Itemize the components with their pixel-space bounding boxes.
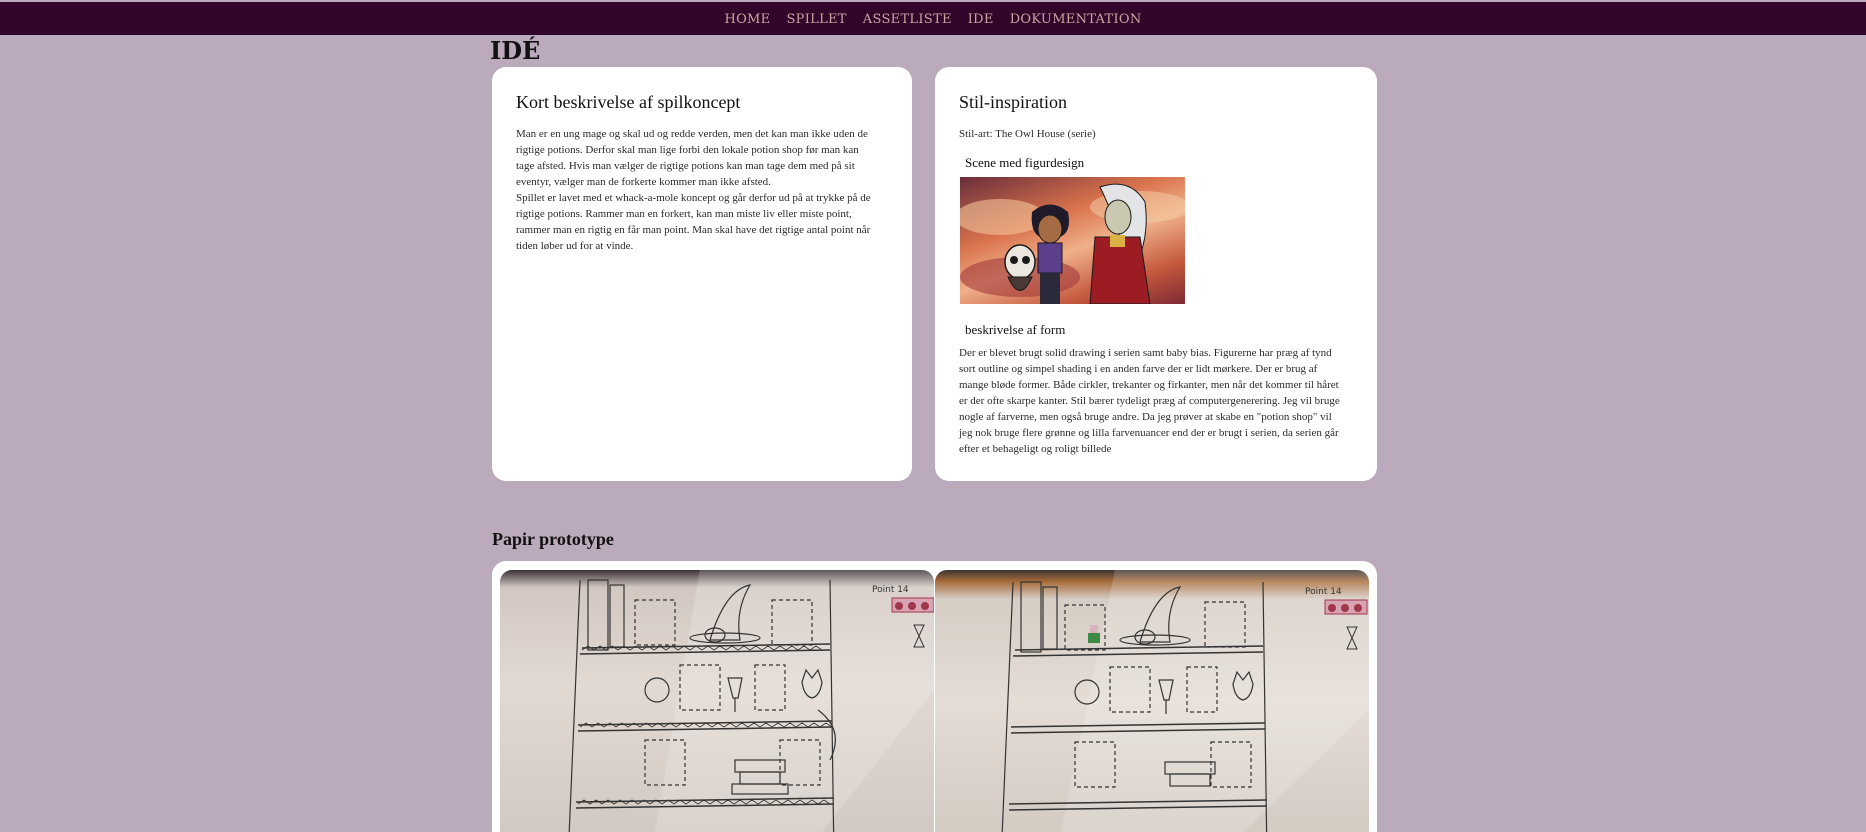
nav-home-link[interactable]: HOME bbox=[724, 12, 770, 27]
concept-line: rigtige potions. Derfor skal man lige fo… bbox=[516, 144, 859, 156]
paper-prototype-photo: Point 14 bbox=[935, 570, 1369, 832]
form-line: er der ofte skarpe kanter. Stil bærer ty… bbox=[959, 395, 1340, 407]
concept-heading: Kort beskrivelse af spilkoncept bbox=[516, 92, 741, 112]
scene-heading: Scene med figurdesign bbox=[965, 155, 1085, 170]
nav-assetliste-link[interactable]: ASSETLISTE bbox=[863, 12, 952, 27]
style-heading: Stil-inspiration bbox=[959, 92, 1067, 112]
form-line: mange bløde former. Både cirkler, trekan… bbox=[959, 379, 1339, 391]
character-design-image bbox=[960, 177, 1185, 304]
style-art-line: Stil-art: The Owl House (serie) bbox=[959, 128, 1096, 140]
page-title: IDÉ bbox=[490, 36, 541, 65]
sketch-point-label: Point 14 bbox=[1305, 587, 1342, 597]
sketch-point-label: Point 14 bbox=[872, 585, 909, 595]
form-line: Der er blevet brugt solid drawing i seri… bbox=[959, 347, 1332, 359]
paper-prototype-photo: Point 14 bbox=[500, 570, 934, 832]
concept-line: tage afsted. Hvis man vælger de rigtige … bbox=[516, 160, 855, 172]
nav-ide-link[interactable]: IDE bbox=[968, 12, 994, 27]
style-inspiration-card: Stil-inspiration Stil-art: The Owl House… bbox=[935, 67, 1377, 481]
paper-prototype-heading: Papir prototype bbox=[492, 529, 614, 549]
concept-line: Man er en ung mage og skal ud og redde v… bbox=[516, 128, 868, 140]
top-navigation: HOME SPILLET ASSETLISTE IDE DOKUMENTATIO… bbox=[0, 2, 1866, 35]
concept-line: tiden løber ud for at vinde. bbox=[516, 240, 634, 252]
form-line: sort outline og simpel shading i en ande… bbox=[959, 363, 1318, 375]
nav-dokumentation-link[interactable]: DOKUMENTATION bbox=[1010, 12, 1142, 27]
form-heading: beskrivelse af form bbox=[965, 322, 1066, 337]
form-line: efter et behageligt og roligt billede bbox=[959, 443, 1112, 455]
form-line: jeg nok bruge flere grønne og lilla farv… bbox=[959, 427, 1339, 439]
concept-line: rammer man en rigtig en får man point. M… bbox=[516, 224, 871, 236]
concept-line: rigtige potions. Rammer man en forkert, … bbox=[516, 208, 852, 220]
form-line: nogle af farverne, men også bruge andre.… bbox=[959, 411, 1332, 423]
concept-card: Kort beskrivelse af spilkoncept Man er e… bbox=[492, 67, 912, 481]
form-description-text: Der er blevet brugt solid drawing i seri… bbox=[959, 345, 1359, 457]
nav-spillet-link[interactable]: SPILLET bbox=[786, 12, 846, 27]
paper-prototype-gallery: Point 14 Point 14 bbox=[492, 561, 1377, 832]
concept-line: Spillet er lavet med et whack-a-mole kon… bbox=[516, 192, 871, 204]
concept-text: Man er en ung mage og skal ud og redde v… bbox=[516, 126, 890, 254]
concept-line: eventyr, vælger man de forkerte kommer m… bbox=[516, 176, 771, 188]
